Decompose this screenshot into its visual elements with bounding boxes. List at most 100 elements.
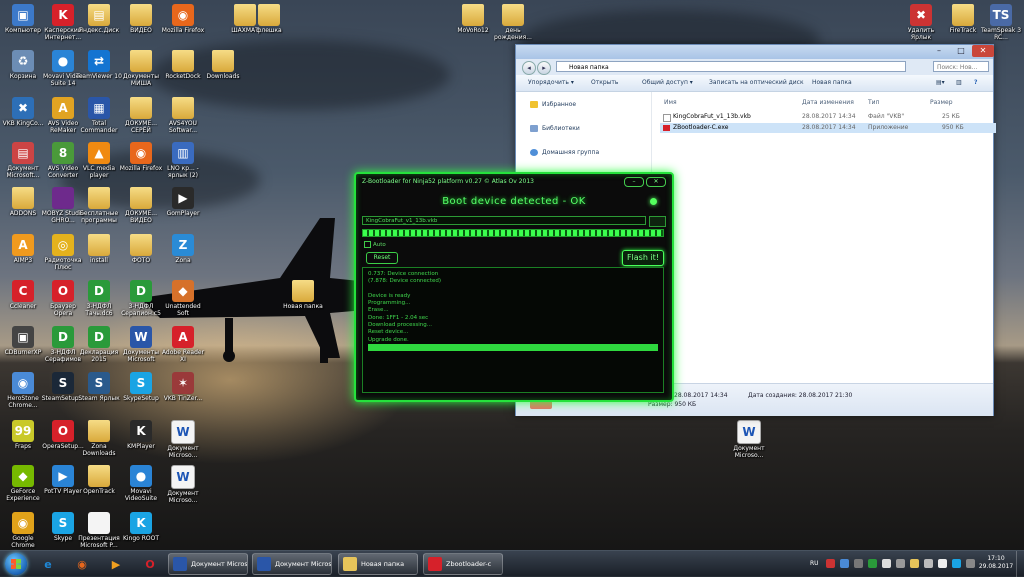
desktop-icon[interactable]: install	[76, 232, 122, 278]
desktop-icon[interactable]: флешка	[246, 2, 292, 48]
desktop-icon[interactable]: ◆ Unattended Soft	[160, 278, 206, 324]
reset-button[interactable]: Reset	[366, 252, 398, 264]
maximize-button[interactable]: □	[950, 45, 972, 57]
open-button[interactable]: Открыть	[591, 79, 618, 86]
tray-folder-icon[interactable]	[910, 559, 919, 568]
file-row[interactable]: KingCobraFut_v1_13b.vkb 28.08.2017 14:34…	[660, 112, 996, 122]
auto-checkbox[interactable]: Auto	[364, 241, 386, 248]
desktop-icon[interactable]: ▥ LNO кр... - ярлык (2)	[160, 140, 206, 186]
col-name[interactable]: Имя	[664, 99, 677, 106]
file-row-selected[interactable]: ZBootloader-C.exe 28.08.2017 14:34 Прило…	[660, 123, 996, 133]
col-date[interactable]: Дата изменения	[802, 99, 854, 106]
desktop-icon[interactable]: ДОКУМЕ... ВИДЕО	[118, 185, 164, 231]
col-size[interactable]: Размер	[930, 99, 953, 106]
taskbar-button[interactable]: Документ Microso...	[252, 553, 332, 575]
desktop-icon[interactable]: ⇄ TeamViewer 10	[76, 48, 122, 94]
desktop-icon[interactable]: ФОТО	[118, 232, 164, 278]
checkbox-box[interactable]	[364, 241, 371, 248]
desktop-icon[interactable]: ✶ VKB TinZer...	[160, 370, 206, 416]
desktop-icon[interactable]: D 3-НДФЛ Тачь.dc6	[76, 278, 122, 324]
tray-flag-icon[interactable]	[896, 559, 905, 568]
desktop-icon[interactable]: Бесплатные программы	[76, 185, 122, 231]
forward-button[interactable]: ▸	[537, 61, 551, 75]
desktop-icon[interactable]: ▲ VLC media player	[76, 140, 122, 186]
clock[interactable]: 17:10 29.08.2017	[977, 555, 1015, 571]
tray-printer-icon[interactable]	[882, 559, 891, 568]
nav-libraries[interactable]: Библиотеки	[530, 124, 580, 134]
desktop-icon[interactable]: D 3-НДФЛ Серапион.с5	[118, 278, 164, 324]
details-size: Размер: 950 КБ	[648, 401, 697, 408]
tray-skype-icon[interactable]	[952, 559, 961, 568]
desktop-icon[interactable]: ▦ Total Commander	[76, 95, 122, 141]
desktop-icon[interactable]: D Декларация 2015	[76, 324, 122, 370]
browse-button[interactable]	[649, 216, 666, 227]
desktop-icon[interactable]: W Документ Microso...	[160, 463, 206, 509]
view-icon[interactable]: ▤▾	[936, 79, 945, 86]
taskbar-button[interactable]: Новая папка	[338, 553, 418, 575]
desktop-icon[interactable]: TS TeamSpeak 3 RC...	[978, 2, 1024, 48]
volume-icon[interactable]	[938, 559, 947, 568]
tray-network-icon[interactable]	[854, 559, 863, 568]
burn-button[interactable]: Записать на оптический диск	[709, 79, 804, 86]
new-folder-button[interactable]: Новая папка	[812, 79, 852, 86]
desktop-icon[interactable]: ✖ Удалить Ярлык	[898, 2, 944, 48]
nav-homegroup[interactable]: Домашняя группа	[530, 148, 599, 158]
desktop-icon[interactable]: день рождения...	[490, 2, 536, 48]
desktop-icon[interactable]: ▤ Яндекс.Диск	[76, 2, 122, 48]
nav-favorites[interactable]: Избранное	[530, 100, 576, 110]
preview-pane-icon[interactable]: ▥	[956, 79, 962, 86]
tray-kaspersky-icon[interactable]	[868, 559, 877, 568]
zboot-minimize-button[interactable]: –	[624, 177, 644, 187]
desktop-icon[interactable]: Z Zona	[160, 232, 206, 278]
desktop-icon[interactable]: Downloads	[200, 48, 246, 94]
minimize-button[interactable]: –	[928, 45, 950, 57]
zbootloader-window[interactable]: Z-Bootloader for Ninja52 platform v0.27 …	[354, 172, 674, 402]
log-line: Programming...	[368, 300, 411, 307]
desktop-icon[interactable]: ◉ Mozilla Firefox	[118, 140, 164, 186]
show-desktop-button[interactable]	[1016, 551, 1024, 577]
explorer-titlebar[interactable]: – □ ✕	[516, 45, 994, 59]
language-indicator[interactable]: RU	[810, 560, 819, 586]
desktop-icon[interactable]: ВИДЕО	[118, 2, 164, 48]
back-button[interactable]: ◂	[522, 61, 536, 75]
search-input[interactable]: Поиск: Нов...	[933, 61, 989, 72]
opera-icon[interactable]: O	[140, 554, 160, 574]
share-button[interactable]: Общий доступ ▾	[642, 79, 693, 86]
help-icon[interactable]: ?	[974, 79, 977, 86]
tray-help-icon[interactable]	[840, 559, 849, 568]
close-button[interactable]: ✕	[972, 45, 994, 57]
desktop-icon[interactable]: ДОКУМЕ... СЕРЁЙ	[118, 95, 164, 141]
desktop-icon[interactable]: AVS4YOU Softwar...	[160, 95, 206, 141]
desktop-icon[interactable]: W Документ Microso...	[726, 418, 772, 464]
taskbar-button[interactable]: Документ Microso...	[168, 553, 248, 575]
col-type[interactable]: Тип	[868, 99, 880, 106]
desktop-icon[interactable]: Документы МИША	[118, 48, 164, 94]
address-field[interactable]: Новая папка	[556, 61, 906, 72]
flash-button[interactable]: Flash it!	[622, 250, 664, 266]
desktop-icon[interactable]: Новая папка	[280, 278, 326, 324]
desktop-icon[interactable]: S SkypeSetup	[118, 370, 164, 416]
desktop-icon[interactable]: K KMPlayer	[118, 418, 164, 464]
media-player-icon[interactable]: ▶	[106, 554, 126, 574]
flash-progress-bar	[362, 229, 664, 237]
desktop-icon[interactable]: A Adobe Reader XI	[160, 324, 206, 370]
desktop-icon[interactable]: ◉ Mozilla Firefox	[160, 2, 206, 48]
organize-button[interactable]: Упорядочить ▾	[528, 79, 574, 86]
tray-network2-icon[interactable]	[924, 559, 933, 568]
file-type: Файл "VKB"	[868, 113, 905, 120]
desktop-icon[interactable]: OpenTrack	[76, 463, 122, 509]
start-button[interactable]	[5, 553, 27, 575]
firefox-icon[interactable]: ◉	[72, 554, 92, 574]
desktop-icon[interactable]: ▶ GomPlayer	[160, 185, 206, 231]
desktop-icon[interactable]: S Steam Ярлык	[76, 370, 122, 416]
zboot-close-button[interactable]: ✕	[646, 177, 666, 187]
ie-icon[interactable]: e	[38, 554, 58, 574]
desktop-icon[interactable]: W Документ Microso...	[160, 418, 206, 464]
desktop-icon[interactable]: W Документы Microsoft	[118, 324, 164, 370]
tray-app-icon[interactable]	[826, 559, 835, 568]
desktop-icon[interactable]: Zona Downloads	[76, 418, 122, 464]
firmware-file-field[interactable]: KingCobraFut_v1_13b.vkb	[362, 216, 646, 225]
taskbar-button[interactable]: Zbootloader-c	[423, 553, 503, 575]
tray-arrow-icon[interactable]	[966, 559, 975, 568]
desktop-icon[interactable]: ● Movavi VideoSuite	[118, 463, 164, 509]
